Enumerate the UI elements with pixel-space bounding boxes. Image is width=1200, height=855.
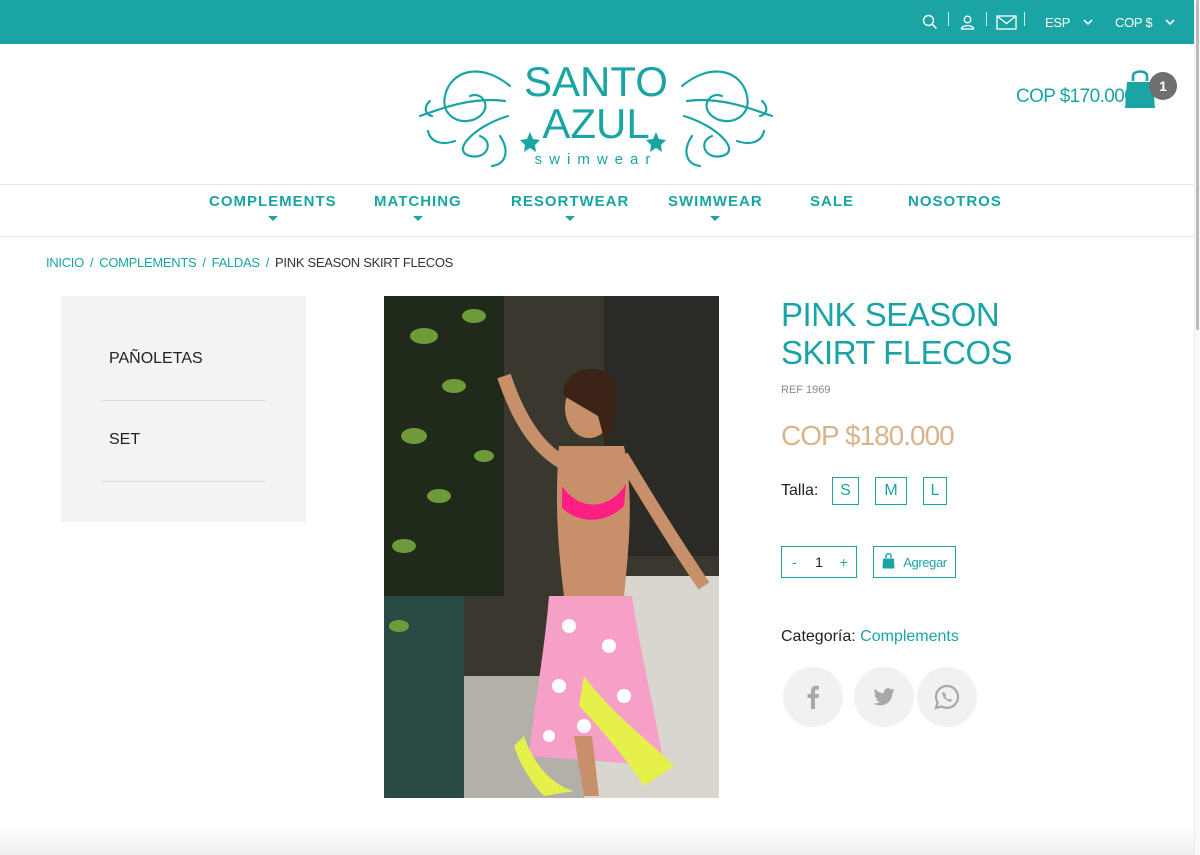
- sidebar-item-label: PAÑOLETAS: [109, 350, 203, 367]
- size-option-l[interactable]: L: [923, 477, 947, 505]
- product-ref: REF 1969: [781, 384, 831, 396]
- top-bar: ESP COP $: [0, 0, 1194, 44]
- cart-total[interactable]: COP $170.000: [1016, 86, 1135, 108]
- user-icon[interactable]: [960, 0, 975, 44]
- breadcrumb-link[interactable]: INICIO: [46, 255, 84, 270]
- category-label: Categoría:: [781, 628, 856, 645]
- size-option-m[interactable]: M: [875, 477, 907, 505]
- page-bottom-edge: [0, 825, 1194, 855]
- divider: [948, 12, 949, 26]
- brand-logo[interactable]: SANTO AZUL swimwear: [410, 56, 782, 172]
- nav-item-label: NOSOTROS: [908, 193, 1002, 210]
- facebook-icon[interactable]: [783, 667, 843, 727]
- main-nav: COMPLEMENTS MATCHING RESORTWEAR SWIMWEAR…: [0, 185, 1194, 237]
- quantity-input[interactable]: 1: [807, 554, 832, 570]
- site-header: SANTO AZUL swimwear COP $170.000 1: [0, 44, 1194, 185]
- nav-item-label: SALE: [810, 193, 855, 210]
- nav-item-complements[interactable]: COMPLEMENTS: [209, 193, 337, 221]
- chevron-down-icon[interactable]: [1083, 0, 1093, 44]
- size-label: Talla:: [781, 482, 819, 499]
- language-select[interactable]: ESP: [1045, 0, 1070, 44]
- category-sidebar: PAÑOLETAS SET: [61, 296, 306, 522]
- product-title: PINK SEASON SKIRT FLECOS: [781, 296, 1141, 372]
- caret-down-icon: [412, 216, 423, 221]
- category-link[interactable]: Complements: [860, 628, 959, 645]
- sidebar-item-panoletas[interactable]: PAÑOLETAS: [101, 320, 266, 401]
- logo-subtext: swimwear: [535, 151, 658, 168]
- chevron-down-icon[interactable]: [1165, 0, 1175, 44]
- breadcrumb: INICIO / COMPLEMENTS / FALDAS / PINK SEASON SK…: [46, 255, 453, 270]
- sidebar-item-set[interactable]: SET: [101, 401, 266, 482]
- product-category: Categoría: Complements: [781, 628, 959, 646]
- breadcrumb-separator: /: [202, 255, 206, 270]
- quantity-stepper: - 1 +: [781, 546, 857, 578]
- quantity-increment-button[interactable]: +: [831, 554, 856, 570]
- divider: [1024, 12, 1025, 26]
- breadcrumb-separator: /: [265, 255, 270, 270]
- add-to-cart-label: Agregar: [903, 554, 947, 570]
- product-title-line1: PINK SEASON: [781, 296, 1000, 333]
- nav-item-nosotros[interactable]: NOSOTROS: [908, 193, 1002, 210]
- breadcrumb-separator: /: [89, 255, 94, 270]
- nav-item-label: MATCHING: [374, 193, 462, 210]
- breadcrumb-link[interactable]: FALDAS: [212, 255, 260, 270]
- caret-down-icon: [710, 216, 721, 221]
- quantity-decrement-button[interactable]: -: [782, 554, 807, 570]
- nav-item-label: COMPLEMENTS: [209, 193, 337, 210]
- add-to-cart-button[interactable]: Agregar: [873, 546, 956, 578]
- divider: [986, 12, 987, 26]
- currency-value: COP $: [1115, 14, 1153, 30]
- nav-item-resortwear[interactable]: RESORTWEAR: [511, 193, 629, 221]
- sidebar-item-label: SET: [109, 431, 141, 448]
- twitter-icon[interactable]: [854, 667, 914, 727]
- whatsapp-icon[interactable]: [917, 667, 977, 727]
- search-icon[interactable]: [922, 0, 938, 44]
- product-title-line2: SKIRT FLECOS: [781, 334, 1013, 371]
- size-option-s[interactable]: S: [832, 477, 859, 505]
- nav-item-matching[interactable]: MATCHING: [374, 193, 462, 221]
- logo-text-line2: AZUL: [542, 100, 649, 147]
- scrollbar-thumb[interactable]: [1196, 0, 1199, 330]
- nav-item-swimwear[interactable]: SWIMWEAR: [668, 193, 763, 221]
- logo-text-line1: SANTO: [524, 58, 668, 105]
- caret-down-icon: [565, 216, 576, 221]
- nav-item-sale[interactable]: SALE: [810, 193, 854, 210]
- breadcrumb-current: PINK SEASON SKIRT FLECOS: [275, 255, 454, 270]
- language-value: ESP: [1045, 14, 1071, 30]
- product-image[interactable]: [384, 296, 719, 798]
- shopping-bag-icon: [882, 552, 895, 572]
- caret-down-icon: [267, 216, 278, 221]
- cart-count-badge: 1: [1149, 72, 1177, 100]
- nav-item-label: RESORTWEAR: [511, 193, 630, 210]
- breadcrumb-link[interactable]: COMPLEMENTS: [99, 255, 196, 270]
- nav-item-label: SWIMWEAR: [668, 193, 763, 210]
- currency-select[interactable]: COP $: [1115, 0, 1153, 44]
- product-price: COP $180.000: [781, 420, 955, 451]
- mail-icon[interactable]: [996, 0, 1017, 44]
